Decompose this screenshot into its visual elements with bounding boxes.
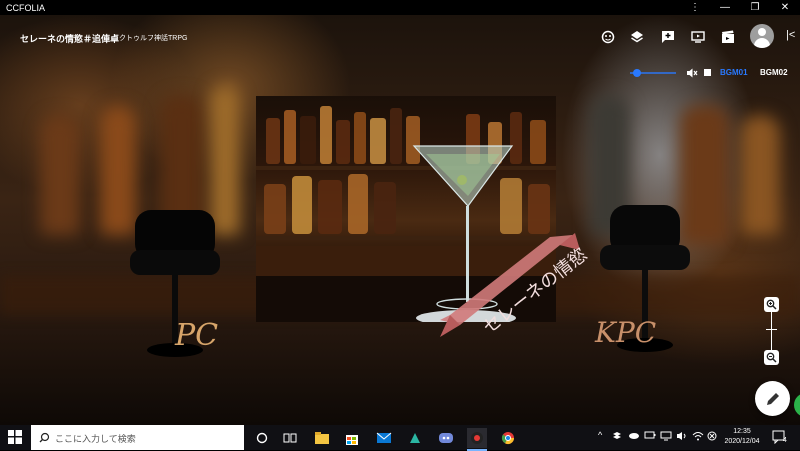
bgm02-button[interactable]: BGM02 bbox=[760, 68, 788, 77]
mute-icon[interactable] bbox=[686, 67, 698, 79]
pencil-icon bbox=[766, 392, 779, 405]
photos-icon[interactable] bbox=[405, 428, 425, 448]
kpc-label: KPC bbox=[595, 316, 657, 349]
face-icon[interactable] bbox=[600, 29, 616, 45]
pc-label: PC bbox=[175, 318, 219, 353]
screen-icon[interactable] bbox=[690, 29, 706, 45]
window-title-bar: CCFOLIA ⋮ — ❐ ✕ bbox=[0, 0, 800, 15]
add-comment-icon[interactable] bbox=[660, 29, 676, 45]
store-icon[interactable] bbox=[342, 428, 362, 448]
zoom-in-button[interactable] bbox=[764, 297, 779, 312]
windows-start-icon[interactable] bbox=[8, 430, 22, 444]
file-explorer-icon[interactable] bbox=[312, 428, 332, 448]
more-menu-button[interactable]: ⋮ bbox=[680, 0, 710, 15]
taskbar-clock[interactable]: 12:35 2020/12/04 bbox=[720, 427, 764, 447]
mail-icon[interactable] bbox=[374, 428, 394, 448]
edit-fab-button[interactable] bbox=[755, 381, 790, 416]
minimize-button[interactable]: — bbox=[710, 0, 740, 15]
search-icon bbox=[39, 432, 50, 443]
dropbox-icon[interactable] bbox=[612, 431, 622, 443]
display-icon bbox=[660, 431, 672, 443]
battery-icon bbox=[644, 431, 656, 441]
bgm01-button[interactable]: BGM01 bbox=[720, 68, 748, 77]
speaker-icon[interactable] bbox=[676, 431, 688, 443]
window-title: CCFOLIA bbox=[6, 2, 46, 13]
stop-icon[interactable] bbox=[704, 69, 711, 76]
tray-overflow-icon[interactable]: ^ bbox=[598, 430, 602, 440]
chrome-icon[interactable] bbox=[498, 428, 518, 448]
search-placeholder: ここに入力して検索 bbox=[55, 434, 136, 444]
wifi-icon[interactable] bbox=[692, 431, 704, 443]
background-bottle bbox=[740, 115, 780, 235]
movie-icon[interactable] bbox=[720, 29, 736, 45]
notification-count: 4 bbox=[783, 437, 787, 444]
user-avatar[interactable] bbox=[750, 24, 774, 48]
clock-time: 12:35 bbox=[733, 428, 751, 435]
cortana-icon[interactable] bbox=[252, 428, 272, 448]
layers-icon[interactable] bbox=[629, 29, 645, 45]
zoom-slider[interactable] bbox=[771, 312, 772, 350]
windows-taskbar: ここに入力して検索 ^ 12:35 2020/12/04 4 bbox=[0, 425, 800, 451]
room-title: セレーネの情慾＃追俥卓 bbox=[20, 34, 120, 44]
zoom-slider-thumb[interactable] bbox=[766, 329, 777, 330]
title-ribbon: セレーネの情慾 bbox=[440, 233, 590, 338]
clock-date: 2020/12/04 bbox=[724, 438, 760, 445]
close-button[interactable]: ✕ bbox=[770, 0, 800, 15]
room-subtitle: クトゥルフ神話TRPG bbox=[119, 35, 188, 42]
window-controls: ⋮ — ❐ ✕ bbox=[680, 0, 800, 15]
onedrive-icon[interactable] bbox=[628, 431, 640, 441]
close-circle-icon[interactable] bbox=[707, 431, 717, 443]
maximize-button[interactable]: ❐ bbox=[740, 0, 770, 15]
task-view-icon[interactable] bbox=[280, 428, 300, 448]
ccfolia-app-icon[interactable] bbox=[467, 428, 487, 451]
zoom-out-button[interactable] bbox=[764, 350, 779, 365]
discord-icon[interactable] bbox=[436, 428, 456, 448]
volume-slider-thumb[interactable] bbox=[633, 69, 641, 77]
taskbar-search-input[interactable]: ここに入力して検索 bbox=[31, 425, 244, 450]
collapse-panel-icon[interactable]: |< bbox=[786, 29, 796, 45]
background-bottle bbox=[40, 115, 80, 235]
